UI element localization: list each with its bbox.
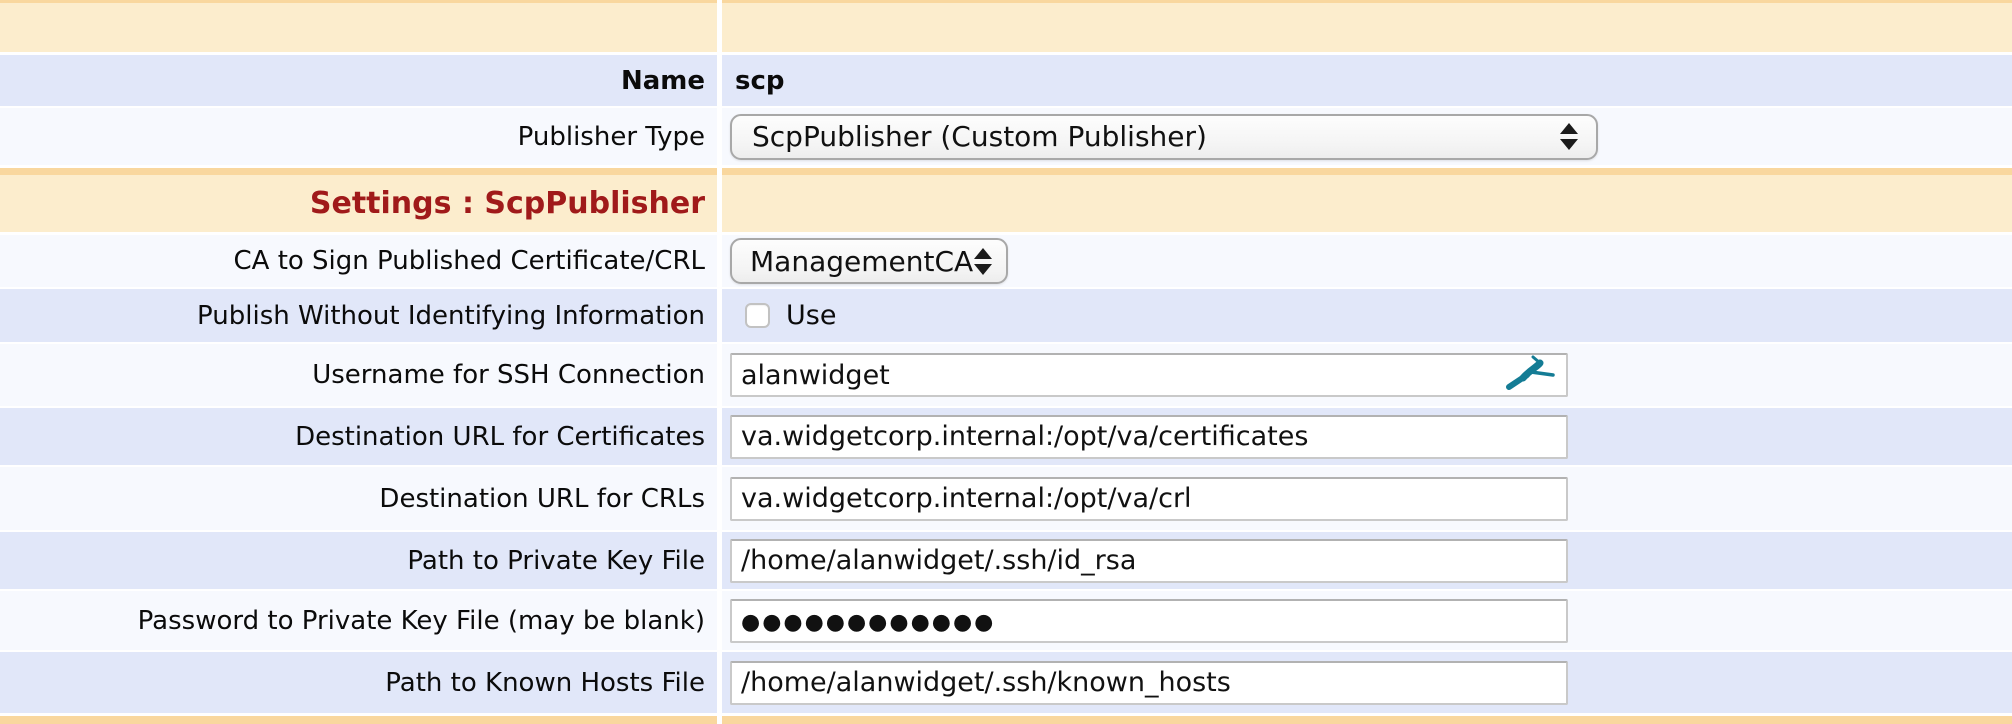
settings-section-header: Settings : ScpPublisher (0, 175, 2012, 232)
anonymize-label: Publish Without Identifying Information (0, 289, 717, 342)
publisher-settings-form: Name scp Publisher Type ScpPublisher (Cu… (0, 0, 2012, 724)
name-value: scp (722, 66, 785, 96)
crl-url-label: Destination URL for CRLs (0, 467, 717, 530)
settings-section-title: Settings : ScpPublisher (0, 175, 717, 232)
publisher-type-selected: ScpPublisher (Custom Publisher) (752, 120, 1207, 153)
row-ssh-username: Username for SSH Connection (0, 344, 2012, 406)
ssh-username-label: Username for SSH Connection (0, 344, 717, 406)
row-crl-url: Destination URL for CRLs (0, 467, 2012, 530)
ca-select[interactable]: ManagementCA (730, 238, 1008, 284)
known-hosts-path-input[interactable] (730, 661, 1568, 705)
private-key-password-input[interactable] (730, 599, 1568, 643)
anonymize-checkbox[interactable] (745, 303, 770, 328)
anonymize-checkbox-label: Use (786, 300, 836, 331)
crl-url-input[interactable] (730, 477, 1568, 521)
row-anonymize: Publish Without Identifying Information … (0, 289, 2012, 342)
row-private-key-path: Path to Private Key File (0, 532, 2012, 589)
publisher-type-label: Publisher Type (0, 108, 717, 165)
row-known-hosts-path: Path to Known Hosts File (0, 652, 2012, 713)
row-private-key-password: Password to Private Key File (may be bla… (0, 591, 2012, 650)
ssh-username-input[interactable] (730, 353, 1568, 397)
ca-selected: ManagementCA (750, 245, 973, 278)
cert-url-label: Destination URL for Certificates (0, 408, 717, 465)
section-band-bottom-strip (0, 716, 2012, 724)
cert-url-input[interactable] (730, 415, 1568, 459)
row-ca: CA to Sign Published Certificate/CRL Man… (0, 235, 2012, 287)
select-updown-icon (974, 248, 992, 275)
private-key-path-label: Path to Private Key File (0, 532, 717, 589)
private-key-password-label: Password to Private Key File (may be bla… (0, 591, 717, 650)
settings-section-strip (0, 168, 2012, 175)
name-label: Name (0, 55, 717, 106)
ca-label: CA to Sign Published Certificate/CRL (0, 235, 717, 287)
row-publisher-type: Publisher Type ScpPublisher (Custom Publ… (0, 108, 2012, 165)
select-updown-icon (1560, 123, 1578, 150)
password-manager-impala-icon[interactable] (1504, 355, 1556, 395)
row-name: Name scp (0, 55, 2012, 106)
known-hosts-path-label: Path to Known Hosts File (0, 652, 717, 713)
publisher-type-select[interactable]: ScpPublisher (Custom Publisher) (730, 114, 1598, 160)
section-band-top (0, 3, 2012, 52)
private-key-path-input[interactable] (730, 539, 1568, 583)
row-cert-url: Destination URL for Certificates (0, 408, 2012, 465)
